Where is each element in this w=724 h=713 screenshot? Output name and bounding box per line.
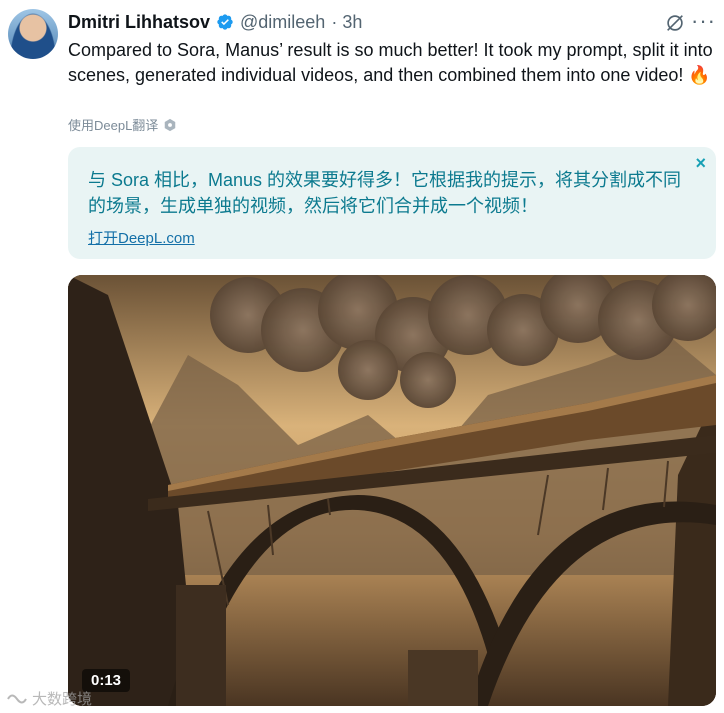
tweet-text: Compared to Sora, Manus’ result is so mu… bbox=[68, 40, 713, 85]
watermark: 大数跨境 bbox=[6, 688, 92, 709]
watermark-logo-icon bbox=[7, 694, 27, 703]
video-frame bbox=[68, 275, 716, 706]
translation-panel: × 与 Sora 相比，Manus 的效果要好得多！它根据我的提示，将其分割成不… bbox=[68, 147, 716, 259]
tweet-header: Dmitri Lihhatsov @dimileeh · 3h bbox=[68, 10, 714, 34]
open-deepl-link[interactable]: 打开DeepL.com bbox=[88, 227, 195, 248]
avatar[interactable] bbox=[8, 9, 58, 59]
author-name[interactable]: Dmitri Lihhatsov bbox=[68, 12, 210, 33]
watermark-text: 大数跨境 bbox=[32, 691, 93, 708]
video-player[interactable]: 0:13 bbox=[68, 275, 716, 706]
deepl-translate-label: 使用DeepL翻译 bbox=[68, 118, 159, 133]
more-icon[interactable]: ··· bbox=[691, 8, 716, 34]
tweet-time[interactable]: · 3h bbox=[331, 12, 362, 33]
deepl-hex-icon bbox=[165, 118, 176, 131]
deepl-translate-link[interactable]: 使用DeepL翻译 bbox=[68, 115, 177, 134]
translation-text: 与 Sora 相比，Manus 的效果要好得多！它根据我的提示，将其分割成不同的… bbox=[88, 170, 682, 216]
grok-icon[interactable] bbox=[664, 12, 686, 34]
author-handle[interactable]: @dimileeh bbox=[240, 12, 325, 33]
verified-badge-icon bbox=[217, 14, 233, 30]
